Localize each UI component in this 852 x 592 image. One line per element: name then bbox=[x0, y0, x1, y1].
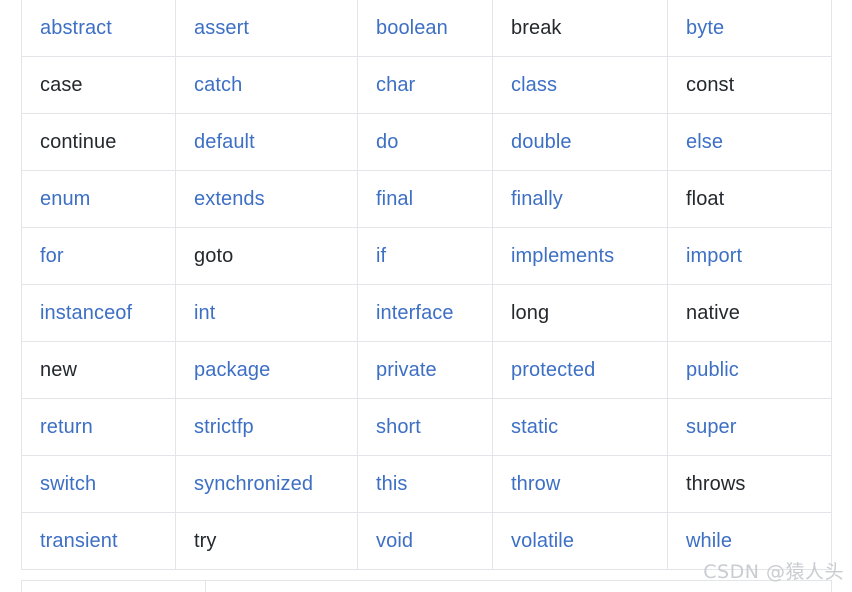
keyword-link[interactable]: private bbox=[357, 341, 493, 399]
table-row: transient try void volatile while bbox=[21, 512, 832, 570]
keyword-link[interactable]: int bbox=[175, 284, 358, 342]
keyword-link[interactable]: void bbox=[357, 512, 493, 570]
keyword-link[interactable]: assert bbox=[175, 0, 358, 57]
table-row: for goto if implements import bbox=[21, 227, 832, 285]
keyword-link[interactable]: volatile bbox=[492, 512, 668, 570]
java-keywords-table-container: abstract assert boolean break byte case catch c… bbox=[21, 0, 832, 570]
keyword-text: long bbox=[492, 284, 668, 342]
table-row: case catch char class const bbox=[21, 56, 832, 114]
keyword-text: continue bbox=[21, 113, 176, 171]
keyword-text: throws bbox=[667, 455, 832, 513]
keyword-link[interactable]: byte bbox=[667, 0, 832, 57]
table-row: instanceof int interface long native bbox=[21, 284, 832, 342]
table-cell bbox=[21, 580, 206, 592]
keyword-link[interactable]: synchronized bbox=[175, 455, 358, 513]
keyword-link[interactable]: class bbox=[492, 56, 668, 114]
keyword-link[interactable]: return bbox=[21, 398, 176, 456]
keyword-link[interactable]: static bbox=[492, 398, 668, 456]
java-keywords-table: abstract assert boolean break byte case catch c… bbox=[21, 0, 832, 570]
keyword-link[interactable]: implements bbox=[492, 227, 668, 285]
keyword-link[interactable]: boolean bbox=[357, 0, 493, 57]
table-cell bbox=[205, 580, 832, 592]
keyword-link[interactable]: char bbox=[357, 56, 493, 114]
keyword-text: const bbox=[667, 56, 832, 114]
java-keywords-table-body: abstract assert boolean break byte case catch c… bbox=[21, 0, 832, 570]
next-table-container bbox=[21, 580, 832, 592]
keyword-link[interactable]: if bbox=[357, 227, 493, 285]
table-row: new package private protected public bbox=[21, 341, 832, 399]
keyword-link[interactable]: for bbox=[21, 227, 176, 285]
table-row bbox=[21, 580, 832, 592]
keyword-link[interactable]: short bbox=[357, 398, 493, 456]
keyword-link[interactable]: instanceof bbox=[21, 284, 176, 342]
keyword-link[interactable]: while bbox=[667, 512, 832, 570]
keyword-link[interactable]: public bbox=[667, 341, 832, 399]
keyword-link[interactable]: strictfp bbox=[175, 398, 358, 456]
next-table bbox=[21, 580, 832, 592]
keyword-link[interactable]: transient bbox=[21, 512, 176, 570]
keyword-text: goto bbox=[175, 227, 358, 285]
keyword-link[interactable]: switch bbox=[21, 455, 176, 513]
table-row: enum extends final finally float bbox=[21, 170, 832, 228]
keyword-link[interactable]: enum bbox=[21, 170, 176, 228]
keyword-text: float bbox=[667, 170, 832, 228]
keyword-link[interactable]: protected bbox=[492, 341, 668, 399]
keyword-link[interactable]: import bbox=[667, 227, 832, 285]
keyword-link[interactable]: catch bbox=[175, 56, 358, 114]
keyword-link[interactable]: final bbox=[357, 170, 493, 228]
keyword-link[interactable]: interface bbox=[357, 284, 493, 342]
keyword-link[interactable]: default bbox=[175, 113, 358, 171]
keyword-text: new bbox=[21, 341, 176, 399]
keyword-link[interactable]: extends bbox=[175, 170, 358, 228]
keyword-link[interactable]: finally bbox=[492, 170, 668, 228]
page-root: abstract assert boolean break byte case catch c… bbox=[0, 0, 852, 592]
keyword-link[interactable]: else bbox=[667, 113, 832, 171]
keyword-text: break bbox=[492, 0, 668, 57]
table-row: switch synchronized this throw throws bbox=[21, 455, 832, 513]
keyword-link[interactable]: this bbox=[357, 455, 493, 513]
keyword-text: case bbox=[21, 56, 176, 114]
keyword-link[interactable]: package bbox=[175, 341, 358, 399]
keyword-link[interactable]: throw bbox=[492, 455, 668, 513]
keyword-link[interactable]: super bbox=[667, 398, 832, 456]
keyword-text: native bbox=[667, 284, 832, 342]
table-row: abstract assert boolean break byte bbox=[21, 0, 832, 57]
keyword-link[interactable]: do bbox=[357, 113, 493, 171]
table-row: continue default do double else bbox=[21, 113, 832, 171]
keyword-text: try bbox=[175, 512, 358, 570]
keyword-link[interactable]: double bbox=[492, 113, 668, 171]
next-table-body bbox=[21, 580, 832, 592]
table-row: return strictfp short static super bbox=[21, 398, 832, 456]
keyword-link[interactable]: abstract bbox=[21, 0, 176, 57]
